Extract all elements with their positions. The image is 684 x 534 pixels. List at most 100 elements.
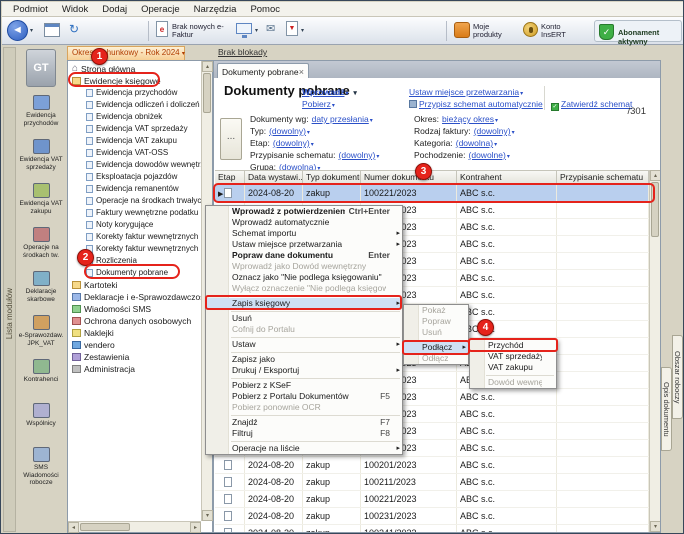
submenu-item[interactable]: Przychód	[470, 340, 556, 351]
tab-dokumenty-pobrane[interactable]: Dokumenty pobrane ×	[217, 63, 309, 79]
context-menu-item[interactable]: Drukuj / Eksportuj	[206, 365, 402, 376]
tree-item[interactable]: Naklejki	[72, 327, 201, 339]
module-list-collapsed-bar[interactable]: Lista modułów	[3, 47, 16, 532]
filter-value[interactable]: daty przesłania▾	[312, 114, 373, 124]
side-tab-opis-dokumentu[interactable]: Opis dokumentu	[661, 367, 672, 451]
scroll-up-button[interactable]: ▴	[202, 61, 213, 72]
monitor-icon[interactable]	[236, 23, 252, 34]
filter-value[interactable]: bieżący okres▾	[442, 114, 498, 124]
column-header-typ[interactable]: Typ dokumentu	[303, 171, 361, 184]
tree-item-home[interactable]: ⌂ Strona główna	[72, 63, 201, 75]
tree-item[interactable]: Korekty faktur wewnętrznych pod	[72, 231, 201, 243]
tree-item[interactable]: Ewidencja remanentów	[72, 183, 201, 195]
period-tab[interactable]: Okres rachunkowy - Rok 2024 ▾	[67, 46, 185, 60]
document-dropdown-caret[interactable]: ▾	[301, 27, 304, 34]
tree-item[interactable]: Operacje na środkach trwałych	[72, 195, 201, 207]
tree-item[interactable]: Noty korygujące	[72, 219, 201, 231]
back-dropdown-caret[interactable]: ▾	[30, 27, 33, 34]
przypisz-schemat-link[interactable]: Przypisz schemat automatycznie	[409, 99, 543, 109]
tree-item[interactable]: Ewidencja przychodów	[72, 87, 201, 99]
table-row[interactable]: ▶ 2024-08-20 zakup 100221/2023 ABC s.c.	[215, 491, 649, 508]
tree-item[interactable]: Faktury wewnętrzne podatku nale	[72, 207, 201, 219]
tree-item[interactable]: Ewidencja odliczeń i doliczeń	[72, 99, 201, 111]
context-menu-item[interactable]: Wprowadź z potwierdzeniem Ctrl+Enter	[206, 206, 402, 217]
module-item[interactable]: e-Sprawozdaw. JPK_VAT	[16, 312, 66, 356]
tree-item[interactable]: Ewidencja dowodów wewnętrznych	[72, 159, 201, 171]
tree-item[interactable]: Ewidencja VAT zakupu	[72, 135, 201, 147]
scroll-up-button[interactable]: ▴	[650, 170, 661, 181]
context-menu-item[interactable]: Wprowadź automatycznie	[206, 217, 402, 228]
context-menu-item[interactable]: Pobierz z KSeF	[206, 380, 402, 391]
filter-options-button[interactable]: ...	[220, 118, 242, 160]
menubar-item[interactable]: Pomoc	[243, 4, 287, 15]
tree-item[interactable]: Wiadomości SMS	[72, 303, 201, 315]
module-item[interactable]: Ewidencja VAT sprzedaży	[16, 136, 66, 180]
efaktura-icon[interactable]: e	[156, 21, 168, 37]
tree-horizontal-scrollbar[interactable]: ◂ ▸	[68, 521, 201, 532]
context-menu-item[interactable]: Popraw dane dokumentu Enter	[206, 250, 402, 261]
column-header-data[interactable]: Data wystawi...	[245, 171, 303, 184]
context-menu-item[interactable]: Zapis księgowy	[206, 298, 402, 309]
module-item[interactable]: Operacje na środkach tw.	[16, 224, 66, 268]
table-vertical-scrollbar[interactable]: ▴ ▾	[649, 170, 660, 532]
tree-item[interactable]: Ewidencja obniżek	[72, 111, 201, 123]
tree-item[interactable]: Kartoteki	[72, 279, 201, 291]
filter-value[interactable]: (dowolny)▾	[339, 150, 380, 160]
tree-item[interactable]: Ochrona danych osobowych	[72, 315, 201, 327]
tree-item[interactable]: Ewidencja VAT sprzedaży	[72, 123, 201, 135]
context-menu-item[interactable]: Zapisz jako	[206, 354, 402, 365]
scroll-down-button[interactable]: ▾	[650, 521, 661, 532]
module-item[interactable]: Kontrahenci	[16, 356, 66, 400]
table-row[interactable]: ▶ 2024-08-20 zakup 100231/2023 ABC s.c.	[215, 508, 649, 525]
context-menu-item[interactable]: Filtruj F8	[206, 428, 402, 439]
scrollbar-thumb[interactable]	[80, 523, 130, 531]
module-item[interactable]: SMS Wiadomości robocze	[16, 444, 66, 488]
context-menu-item[interactable]: Pobierz z Portalu Dokumentów F5	[206, 391, 402, 402]
column-header-numer[interactable]: Numer dokumentu	[361, 171, 457, 184]
filter-value[interactable]: (dowolna)▾	[456, 138, 497, 148]
pobierz-link[interactable]: Pobierz▾	[302, 99, 335, 109]
table-row[interactable]: ▶ 2024-08-20 zakup 100241/2023 ABC s.c.	[215, 525, 649, 532]
menubar-item[interactable]: Narzędzia	[187, 4, 244, 15]
tree-item[interactable]: Korekty faktur wewnętrznych poc	[72, 243, 201, 255]
abonament-chip[interactable]: ✓ Abonament aktywny	[594, 20, 682, 42]
scrollbar-thumb[interactable]	[651, 182, 659, 237]
table-row[interactable]: ▶ 2024-08-20 zakup 100221/2023 ABC s.c.	[215, 185, 649, 202]
filter-value[interactable]: (dowolny)▾	[474, 126, 515, 136]
window-layout-icon[interactable]	[44, 23, 60, 37]
context-menu-item[interactable]: Schemat importu	[206, 228, 402, 239]
column-header-etap[interactable]: Etap	[215, 171, 245, 184]
context-menu-item[interactable]: Znajdź F7	[206, 417, 402, 428]
tree-item[interactable]: Dokumenty pobrane	[72, 267, 201, 279]
module-item[interactable]: Wspólnicy	[16, 400, 66, 444]
blokada-status-link[interactable]: Brak blokady	[218, 47, 267, 57]
scroll-right-button[interactable]: ▸	[190, 522, 201, 533]
wprowadz-link[interactable]: Wprowadź▾	[302, 87, 349, 97]
menubar-item[interactable]: Dodaj	[95, 4, 134, 15]
context-menu-item[interactable]: Operacje na liście	[206, 443, 402, 454]
column-header-schemat[interactable]: Przypisanie schematu	[557, 171, 649, 184]
filter-value[interactable]: (dowolny)▾	[273, 138, 314, 148]
context-menu-item[interactable]: Usuń	[206, 313, 402, 324]
scroll-down-button[interactable]: ▾	[202, 510, 213, 521]
filter-value[interactable]: (dowolne)▾	[469, 150, 510, 160]
envelope-icon[interactable]: ✉	[266, 22, 275, 35]
menubar-item[interactable]: Operacje	[134, 4, 187, 15]
scrollbar-thumb[interactable]	[203, 73, 211, 113]
module-item[interactable]: Ewidencja przychodów	[16, 92, 66, 136]
table-row[interactable]: ▶ 2024-08-20 zakup 100211/2023 ABC s.c.	[215, 474, 649, 491]
document-export-icon[interactable]: ▼	[286, 21, 298, 36]
key-icon[interactable]	[523, 22, 538, 37]
context-menu-item[interactable]: Oznacz jako "Nie podlega księgowaniu"	[206, 272, 402, 283]
context-menu-item[interactable]: Ustaw	[206, 339, 402, 350]
moje-produkty-icon[interactable]	[454, 22, 470, 38]
back-button[interactable]: ◄	[7, 20, 28, 41]
module-item[interactable]: Deklaracje skarbowe	[16, 268, 66, 312]
submenu-item[interactable]: Podłącz	[404, 342, 468, 353]
scroll-left-button[interactable]: ◂	[68, 522, 79, 533]
menubar-item[interactable]: Widok	[55, 4, 95, 15]
submenu-item[interactable]: VAT sprzedaży	[470, 351, 556, 362]
tab-close-icon[interactable]: ×	[299, 65, 304, 79]
filter-value[interactable]: (dowolny)▾	[269, 126, 310, 136]
context-menu-item[interactable]: Ustaw miejsce przetwarzania	[206, 239, 402, 250]
